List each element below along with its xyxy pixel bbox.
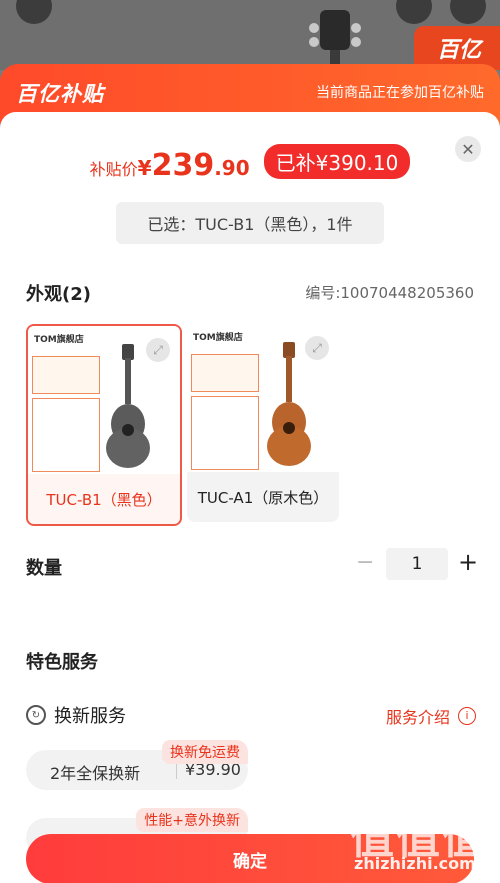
service-option-tag: 性能+意外换新 <box>136 808 248 832</box>
service-item: ↻ 换新服务 <box>26 702 126 728</box>
more-button-bg <box>450 0 486 24</box>
ukulele-natural-icon <box>267 342 311 466</box>
background-product-view: 百亿 <box>0 0 500 70</box>
thumb-info-block <box>191 354 259 392</box>
variant-option-natural[interactable]: TOM旗舰店 ⤢ TUC-A1（原木色） <box>187 324 339 522</box>
price-label: 补贴价 <box>89 160 138 179</box>
thumb-accessory-block <box>191 396 259 470</box>
subsidy-logo: 百亿补贴 <box>16 82 104 106</box>
thumb-info-block <box>32 356 100 394</box>
swap-icon: ↻ <box>26 705 46 725</box>
price-decimal: .90 <box>214 156 250 180</box>
services-title: 特色服务 <box>26 652 98 673</box>
ukulele-headstock-icon <box>309 10 361 66</box>
service-item-label: 换新服务 <box>54 706 126 727</box>
service-intro-label: 服务介绍 <box>385 708 450 727</box>
quantity-label: 数量 <box>26 558 62 579</box>
variant-label: TUC-A1（原木色） <box>197 488 329 507</box>
brand-label: TOM旗舰店 <box>193 333 243 343</box>
brand-label: TOM旗舰店 <box>34 335 84 345</box>
info-icon: i <box>458 707 476 725</box>
price-currency: ¥ <box>137 156 152 180</box>
subsidy-amount-badge: 已补¥390.10 <box>263 144 411 179</box>
expand-icon[interactable]: ⤢ <box>305 336 329 360</box>
service-intro-link[interactable]: 服务介绍 i <box>386 704 476 728</box>
appearance-title: 外观(2) <box>26 284 91 305</box>
service-option[interactable]: 2年全保换新 ¥39.90 换新免运费 <box>26 740 248 790</box>
subsidy-note: 当前商品正在参加百亿补贴 <box>316 85 484 101</box>
quantity-decrease-button[interactable]: − <box>356 550 374 575</box>
back-button-bg <box>16 0 52 24</box>
expand-icon[interactable]: ⤢ <box>146 338 170 362</box>
quantity-input[interactable]: 1 <box>386 548 448 580</box>
ukulele-black-icon <box>106 344 150 468</box>
variant-label: TUC-B1（黑色） <box>46 490 162 509</box>
variant-option-black[interactable]: TOM旗舰店 ⤢ TUC-B1（黑色） <box>26 324 182 526</box>
service-option-tag: 换新免运费 <box>162 740 248 764</box>
product-code: 编号:10070448205360 <box>305 284 474 302</box>
service-option-text: 2年全保换新 <box>50 764 141 783</box>
quantity-increase-button[interactable]: + <box>458 548 478 576</box>
watermark-url: zhizhizhi.com <box>354 854 476 873</box>
selected-summary: 已选：TUC-B1（黑色），1件 <box>116 202 384 244</box>
price-row: 补贴价 ¥ 239 .90 已补¥390.10 <box>0 144 500 183</box>
sku-selection-sheet: ✕ 补贴价 ¥ 239 .90 已补¥390.10 已选：TUC-B1（黑色），… <box>0 112 500 883</box>
thumb-accessory-block <box>32 398 100 472</box>
share-button-bg <box>396 0 432 24</box>
price-integer: 239 <box>151 148 215 183</box>
